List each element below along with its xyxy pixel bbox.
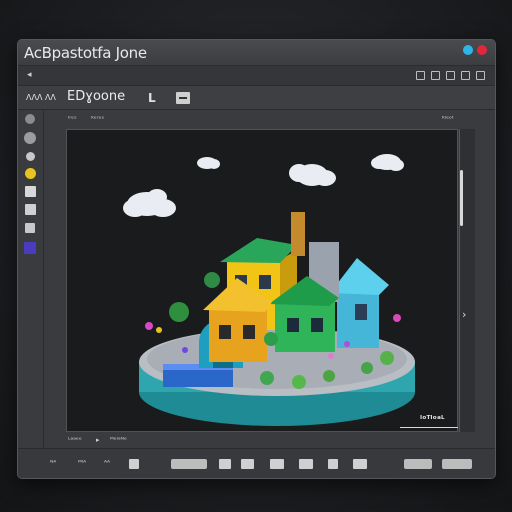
tool-b-icon[interactable] bbox=[24, 132, 36, 144]
canvas-viewport[interactable] bbox=[66, 129, 458, 432]
bottom-item-1[interactable]: ᴺᴬ bbox=[50, 459, 56, 469]
status-left: ᴸᵃᵃᵉᵉ bbox=[68, 436, 82, 444]
tool-sidebar bbox=[18, 110, 44, 450]
tool-a-icon[interactable] bbox=[25, 114, 35, 124]
viewport-label-underline bbox=[400, 427, 458, 428]
menu-label[interactable]: ɅɅɅ ɅɅ bbox=[26, 93, 56, 102]
bottom-item-3[interactable]: ᴬᴬ bbox=[104, 459, 110, 469]
bottom-field-2[interactable] bbox=[404, 459, 432, 469]
document-toolbar: ɅɅɅ ɅɅ EDɣoone L bbox=[18, 86, 495, 110]
app-window: AcBpastotfa Jone ◂ ɅɅɅ ɅɅ EDɣoone L ᴵʳᵉˢ… bbox=[17, 39, 496, 479]
bottom-field-1[interactable] bbox=[171, 459, 207, 469]
tool-icon[interactable]: L bbox=[148, 91, 156, 105]
tool-c-icon[interactable] bbox=[26, 152, 35, 161]
bottom-btn-3[interactable] bbox=[270, 459, 284, 469]
tool-f-icon[interactable] bbox=[25, 204, 36, 215]
bottom-btn-4[interactable] bbox=[299, 459, 313, 469]
tool-d-icon[interactable] bbox=[25, 168, 36, 179]
project-name: EDɣoone bbox=[67, 89, 126, 104]
close-panel-icon[interactable] bbox=[476, 71, 485, 80]
bottom-btn-1[interactable] bbox=[219, 459, 231, 469]
header-label-a: ᴵʳᵉˢ bbox=[68, 115, 77, 123]
title-bar: AcBpastotfa Jone bbox=[18, 40, 495, 66]
chevron-right-icon[interactable]: › bbox=[462, 308, 466, 321]
bottom-toggle-icon[interactable] bbox=[129, 459, 139, 469]
close-button[interactable] bbox=[477, 45, 487, 55]
panel-icon[interactable] bbox=[461, 71, 470, 80]
tool-g-icon[interactable] bbox=[25, 223, 35, 233]
window-title: AcBpastotfa Jone bbox=[24, 44, 147, 62]
status-arrow-icon: ▸ bbox=[96, 436, 100, 444]
header-label-b: ᴷᵉʳᵉˢ bbox=[91, 115, 105, 123]
canvas-header: ᴵʳᵉˢ ᴷᵉʳᵉˢ ᴷᴵᵉᵒᵗ bbox=[66, 112, 458, 128]
status-mid: ᴹᵉᴵᵃᴺᵉ bbox=[110, 436, 127, 444]
status-bar: ᴸᵃᵃᵉᵉ ▸ ᴹᵉᴵᵃᴺᵉ bbox=[66, 433, 458, 447]
minimize-button[interactable] bbox=[463, 45, 473, 55]
window-controls bbox=[463, 45, 487, 55]
grid-icon[interactable] bbox=[431, 71, 440, 80]
tool-h-icon[interactable] bbox=[24, 242, 36, 254]
layers-icon[interactable] bbox=[446, 71, 455, 80]
bottom-btn-2[interactable] bbox=[241, 459, 254, 469]
viewport-label: ᴵᵒᵀᴵᵒᵃᴸ bbox=[420, 415, 445, 425]
tool-e-icon[interactable] bbox=[25, 186, 36, 197]
scroll-thumb[interactable] bbox=[460, 170, 463, 226]
window-icon[interactable] bbox=[416, 71, 425, 80]
scene-illustration bbox=[123, 154, 415, 426]
bottom-item-2[interactable]: ᴹᴵᴬ bbox=[78, 459, 86, 469]
bottom-btn-5[interactable] bbox=[328, 459, 338, 469]
back-icon[interactable]: ◂ bbox=[27, 70, 32, 80]
bottom-field-3[interactable] bbox=[442, 459, 472, 469]
collapse-button[interactable] bbox=[176, 92, 190, 104]
header-label-right: ᴷᴵᵉᵒᵗ bbox=[441, 115, 454, 123]
cloud-icon bbox=[123, 154, 404, 217]
bottom-toolbar: ᴺᴬ ᴹᴵᴬ ᴬᴬ bbox=[18, 448, 495, 478]
top-toolbar: ◂ bbox=[18, 66, 495, 86]
bottom-btn-6[interactable] bbox=[353, 459, 367, 469]
